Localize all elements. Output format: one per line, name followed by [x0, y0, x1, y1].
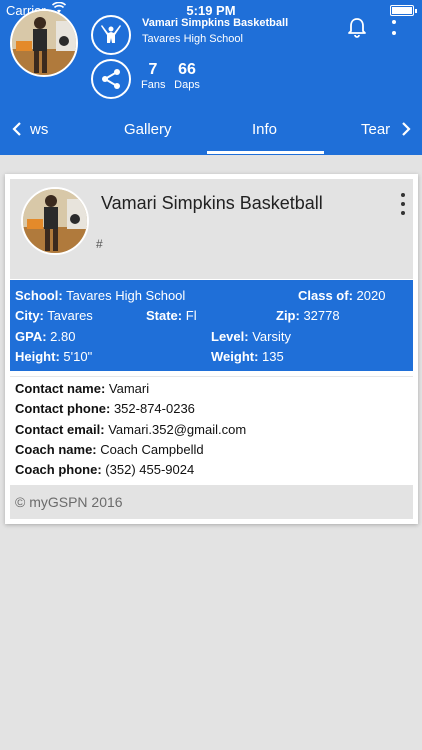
card-header: Vamari Simpkins Basketball # — [10, 179, 413, 279]
divider — [10, 376, 413, 377]
tab-bar: ws Gallery Info Tear — [0, 104, 422, 155]
profile-avatar[interactable] — [10, 9, 78, 77]
active-tab-indicator — [207, 151, 324, 154]
chevron-right-icon[interactable] — [399, 121, 413, 137]
level-field: Level: Varsity — [211, 329, 291, 344]
zip-field: Zip: 32778 — [276, 308, 340, 323]
copyright-text: © myGSPN 2016 — [15, 494, 123, 510]
tab-team[interactable]: Tear — [361, 121, 390, 138]
contact-email-row[interactable]: Contact email: Vamari.352@gmail.com — [15, 422, 246, 437]
daps-label: Daps — [174, 79, 200, 91]
gpa-field: GPA: 2.80 — [15, 329, 76, 344]
coach-phone-row[interactable]: Coach phone: (352) 455-9024 — [15, 462, 194, 477]
tab-gallery[interactable]: Gallery — [124, 121, 172, 138]
coach-name-row: Coach name: Coach Campbelld — [15, 442, 204, 457]
daps-stat[interactable]: 66 Daps — [172, 61, 202, 91]
fans-count: 7 — [148, 61, 158, 78]
card-avatar — [21, 187, 89, 255]
details-panel: School: Tavares High School Class of: 20… — [10, 280, 413, 371]
card-hashtag: # — [96, 237, 103, 251]
daps-count: 66 — [178, 61, 196, 78]
chevron-left-icon[interactable] — [10, 121, 24, 137]
bell-icon[interactable] — [346, 17, 368, 39]
contact-phone-row[interactable]: Contact phone: 352-874-0236 — [15, 401, 195, 416]
tab-news[interactable]: ws — [30, 121, 48, 138]
card-title: Vamari Simpkins Basketball — [101, 193, 323, 213]
card-footer: © myGSPN 2016 — [10, 485, 413, 519]
fans-stat[interactable]: 7 Fans — [141, 61, 165, 91]
state-field: State: Fl — [146, 308, 197, 323]
cheer-button[interactable] — [91, 15, 131, 55]
height-field: Height: 5'10" — [15, 349, 93, 364]
tab-info[interactable]: Info — [252, 121, 277, 138]
header-team-name: Vamari Simpkins Basketball — [142, 17, 289, 29]
class-field: Class of: 2020 — [298, 288, 386, 303]
cheer-icon — [101, 25, 121, 43]
more-vertical-icon[interactable] — [390, 9, 398, 35]
app-header: Carrier 5:19 PM Vamari Simpkins Basketba… — [0, 0, 422, 155]
card-more-icon[interactable] — [399, 193, 407, 215]
header-school-name: Tavares High School — [142, 33, 243, 45]
weight-field: Weight: 135 — [211, 349, 284, 364]
fans-label: Fans — [141, 79, 166, 91]
share-button[interactable] — [91, 59, 131, 99]
school-field: School: Tavares High School — [15, 288, 186, 303]
contact-name-row: Contact name: Vamari — [15, 381, 150, 396]
info-card: Vamari Simpkins Basketball # School: Tav… — [5, 174, 418, 524]
share-icon — [102, 69, 120, 89]
city-field: City: Tavares — [15, 308, 93, 323]
